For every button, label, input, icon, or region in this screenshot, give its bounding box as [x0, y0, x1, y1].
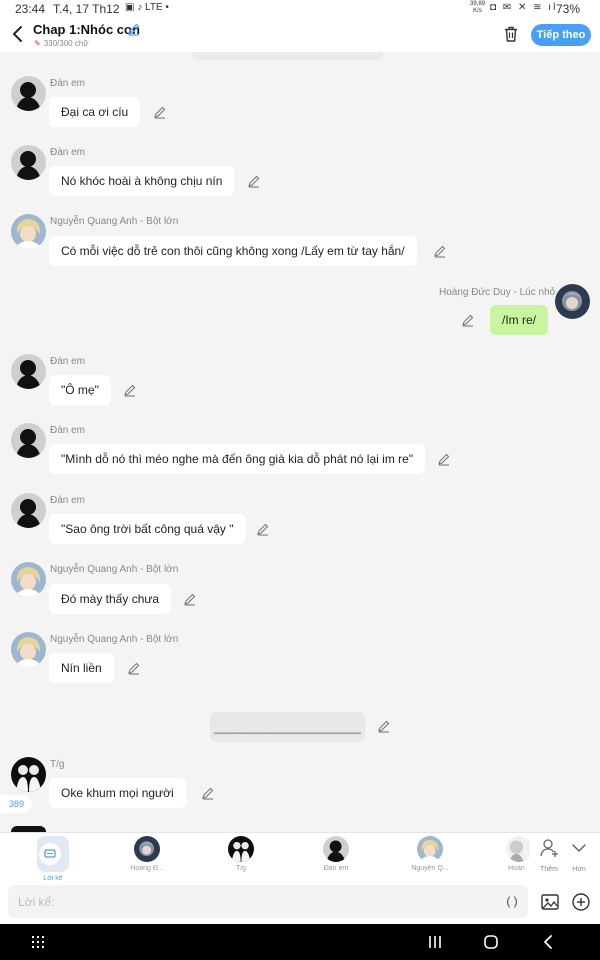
add-person-icon [540, 839, 558, 857]
trash-icon[interactable] [502, 25, 520, 43]
avatar-silhouette[interactable] [11, 76, 46, 111]
character-label: Hoàng Đ... [130, 865, 164, 872]
character-hoang-duc-duy[interactable]: Hoàng Đ... [117, 836, 177, 872]
avatar-author [228, 836, 254, 862]
pencil-icon: ✎ [34, 39, 41, 48]
character-partial[interactable]: Hoàn [494, 836, 530, 872]
edit-message-icon[interactable] [461, 313, 475, 327]
narration-icon [37, 836, 69, 872]
edit-message-icon[interactable] [153, 105, 167, 119]
avatar-child[interactable] [555, 284, 590, 319]
edit-message-icon[interactable] [127, 661, 141, 675]
edit-message-icon[interactable] [377, 719, 391, 733]
add-character-button[interactable]: Thêm [534, 837, 564, 873]
message-bubble[interactable]: "Sao ông trời bất công quá vậy " [49, 514, 246, 544]
edit-message-icon[interactable] [247, 174, 261, 188]
sender-name: Nguyễn Quang Anh - Bột lớn [50, 216, 179, 227]
message-count-badge[interactable]: 389 [0, 795, 32, 813]
image-icon[interactable] [540, 892, 560, 912]
word-counter: ✎ 330/300 chữ [34, 39, 89, 48]
character-narration[interactable]: Lời kể [23, 836, 83, 882]
character-label: Hoàn [508, 865, 525, 872]
character-label: Nguyễn Q... [411, 865, 449, 872]
message-bubble[interactable]: /Im re/ [490, 305, 549, 335]
avatar-child [134, 836, 160, 862]
edit-message-icon[interactable] [433, 244, 447, 258]
avatar-blonde[interactable] [11, 562, 46, 597]
message-bubble[interactable]: Có mỗi việc dỗ trẻ con thôi cũng không x… [49, 236, 417, 266]
apps-grid-icon[interactable] [29, 933, 47, 951]
sender-name: T/g [50, 759, 65, 770]
avatar-silhouette[interactable] [11, 423, 46, 458]
character-label: T/g [235, 865, 247, 872]
battery-level: 73% [556, 2, 581, 16]
character-nguyen-quang-anh[interactable]: Nguyễn Q... [400, 836, 460, 872]
avatar-author[interactable] [11, 757, 46, 792]
character-author[interactable]: T/g [211, 836, 271, 872]
message-input[interactable] [8, 885, 528, 918]
sender-name: Nguyễn Quang Anh - Bột lớn [50, 634, 179, 645]
sender-name: Nguyễn Quang Anh - Bột lớn [50, 564, 179, 575]
character-selector-bar: Lời kể Hoàng Đ... T/g Đàn em Nguyễn Q...… [0, 832, 600, 882]
message-bubble[interactable]: Đó mày thấy chưa [49, 584, 172, 614]
status-date: T.4, 17 Th12 [53, 2, 120, 16]
avatar-blonde [417, 836, 443, 862]
compose-bar: ( ) [0, 880, 600, 924]
message-bubble[interactable]: Oke khum mọi người [49, 778, 186, 808]
word-counter-text: 330/300 chữ [43, 39, 89, 48]
avatar-blonde[interactable] [11, 214, 46, 249]
message-bubble[interactable]: Nín liền [49, 653, 114, 683]
sender-name: Đàn em [50, 78, 86, 89]
add-circle-icon[interactable] [571, 892, 591, 912]
recent-apps-icon[interactable] [426, 933, 444, 951]
back-icon[interactable] [539, 933, 557, 951]
back-arrow-icon[interactable] [8, 24, 28, 44]
edit-message-icon[interactable] [256, 522, 270, 536]
sender-name: Đàn em [50, 356, 86, 367]
sender-name: Đàn em [50, 147, 86, 158]
edit-title-icon[interactable] [127, 22, 141, 36]
chapter-header: Chap 1:Nhóc con ✎ 330/300 chữ Tiếp theo [0, 18, 600, 52]
add-character-label: Thêm [540, 866, 558, 873]
sender-name: Đàn em [50, 425, 86, 436]
more-button[interactable]: Hơn [564, 837, 594, 873]
message-bubble[interactable]: "Mình dỗ nó thì méo nghe mà đến ông già … [49, 444, 426, 474]
sender-name: Hoàng Đức Duy - Lúc nhỏ [439, 287, 556, 298]
system-navigation-bar [0, 924, 600, 960]
message-bubble[interactable]: "Ô mẹ" [49, 375, 111, 405]
avatar-silhouette[interactable] [11, 354, 46, 389]
system-icons: ◘ ✉ ✕ ≋ ıl [490, 2, 558, 13]
avatar-silhouette [323, 836, 349, 862]
more-label: Hơn [572, 866, 586, 873]
character-dan-em[interactable]: Đàn em [306, 836, 366, 872]
notification-icons: ▣ ♪ LTE • [125, 2, 169, 13]
edit-message-icon[interactable] [123, 383, 137, 397]
status-bar: 23:44 T.4, 17 Th12 ▣ ♪ LTE • 39,89 K/s ◘… [0, 0, 600, 18]
message-bubble[interactable]: Đại ca ơi cíu [49, 97, 141, 127]
edit-message-icon[interactable] [437, 452, 451, 466]
status-time: 23:44 [15, 2, 46, 16]
avatar-blonde[interactable] [11, 632, 46, 667]
sender-name: Đàn em [50, 495, 86, 506]
edit-message-icon[interactable] [201, 786, 215, 800]
network-speed-unit: K/s [473, 8, 482, 14]
edit-message-icon[interactable] [183, 592, 197, 606]
network-speed-value: 39,89 [470, 1, 486, 7]
scene-divider-bubble[interactable]: ______________________ [210, 712, 365, 742]
next-button[interactable]: Tiếp theo [531, 24, 591, 46]
message-bubble[interactable]: Nó khóc hoài à không chịu nín [49, 166, 235, 196]
chevron-down-icon [572, 844, 586, 852]
character-label: Đàn em [323, 865, 349, 872]
home-icon[interactable] [482, 933, 500, 951]
network-speed: 39,89 K/s [470, 1, 485, 15]
parentheses-button[interactable]: ( ) [502, 894, 522, 912]
avatar-partial [506, 836, 530, 862]
avatar-silhouette[interactable] [11, 145, 46, 180]
partial-message-bubble [192, 52, 383, 60]
avatar-silhouette[interactable] [11, 493, 46, 528]
chapter-title[interactable]: Chap 1:Nhóc con [33, 22, 140, 37]
